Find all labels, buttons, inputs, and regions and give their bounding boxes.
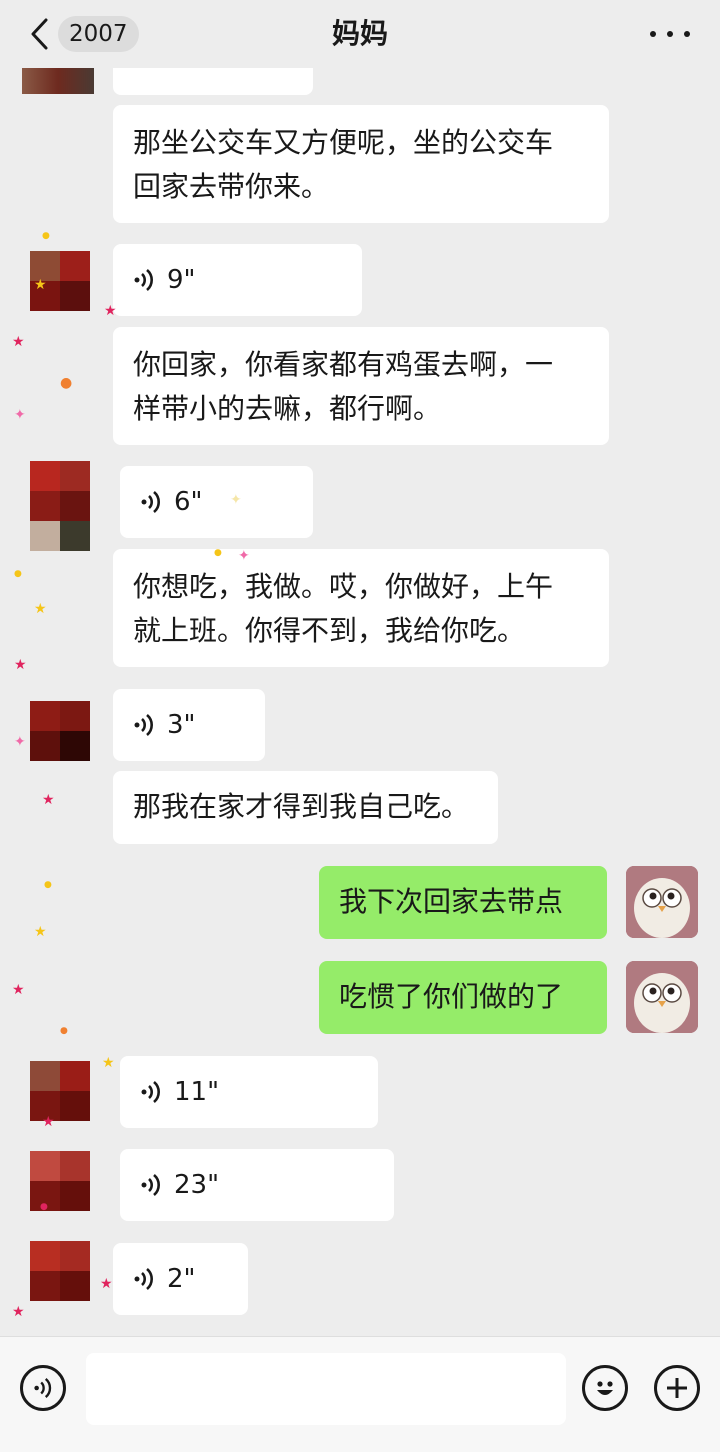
voice-message[interactable]: 2" — [113, 1243, 248, 1315]
contact-avatar[interactable] — [30, 1061, 90, 1121]
voice-duration: 11" — [174, 1077, 220, 1107]
decorative-star: ★ — [34, 601, 47, 617]
contact-avatar[interactable] — [30, 461, 90, 551]
decorative-star: ★ — [12, 334, 25, 350]
voice-duration: 23" — [174, 1170, 220, 1200]
voice-wave-icon — [141, 491, 160, 513]
outgoing-message-bubble[interactable]: 吃惯了你们做的了 — [319, 961, 607, 1034]
decorative-star: ● — [42, 231, 50, 241]
decorative-star: ★ — [42, 792, 55, 808]
chat-input-bar — [0, 1336, 720, 1452]
plus-icon — [667, 1378, 687, 1398]
decorative-star: ★ — [34, 924, 47, 940]
contact-avatar[interactable] — [22, 68, 94, 94]
voice-icon — [34, 1378, 52, 1398]
decorative-star: ★ — [102, 1055, 115, 1071]
contact-avatar[interactable] — [30, 1151, 90, 1211]
chevron-left-icon — [31, 18, 48, 50]
message-input[interactable] — [86, 1353, 566, 1425]
voice-duration: 2" — [167, 1264, 196, 1294]
decorative-star: ● — [214, 548, 222, 558]
decorative-star: ● — [14, 569, 22, 579]
more-options-button[interactable] — [650, 22, 690, 46]
message-bubble[interactable]: 那坐公交车又方便呢，坐的公交车 回家去带你来。 — [113, 105, 609, 223]
message-bubble[interactable]: 你回家，你看家都有鸡蛋去啊，一 样带小的去嘛，都行啊。 — [113, 327, 609, 445]
unread-count-badge[interactable]: 2007 — [58, 16, 139, 52]
back-button[interactable] — [22, 14, 58, 54]
decorative-star: ● — [60, 1026, 68, 1036]
bird-avatar-image — [626, 961, 698, 1033]
my-avatar[interactable] — [626, 866, 698, 938]
more-dots-icon — [650, 31, 656, 37]
voice-wave-icon — [134, 269, 153, 291]
voice-message[interactable]: 23" — [120, 1149, 394, 1221]
decorative-star: ● — [60, 375, 73, 391]
my-avatar[interactable] — [626, 961, 698, 1033]
decorative-star: ★ — [42, 1114, 55, 1130]
voice-message[interactable]: 11" — [120, 1056, 378, 1128]
voice-wave-icon — [134, 714, 153, 736]
message-bubble[interactable]: 你想吃，我做。哎，你做好，上午 就上班。你得不到，我给你吃。 — [113, 549, 609, 667]
contact-avatar[interactable] — [30, 701, 90, 761]
voice-duration: 3" — [167, 710, 196, 740]
voice-wave-icon — [141, 1081, 160, 1103]
voice-message[interactable]: 6" — [120, 466, 313, 538]
contact-avatar[interactable] — [30, 1241, 90, 1301]
voice-wave-icon — [141, 1174, 160, 1196]
decorative-star: ★ — [104, 303, 117, 319]
outgoing-message-bubble[interactable]: 我下次回家去带点 — [319, 866, 607, 939]
emoji-icon — [597, 1381, 613, 1395]
partial-message-bubble — [113, 68, 313, 95]
decorative-star: ★ — [12, 1304, 25, 1320]
decorative-star: ● — [44, 880, 52, 890]
decorative-star: ★ — [12, 982, 25, 998]
decorative-star: ★ — [14, 657, 27, 673]
decorative-star: ★ — [100, 1276, 113, 1292]
emoji-button[interactable] — [582, 1365, 628, 1411]
voice-input-button[interactable] — [20, 1365, 66, 1411]
voice-wave-icon — [134, 1268, 153, 1290]
decorative-star: ● — [40, 1202, 48, 1212]
decorative-star: ✦ — [14, 734, 26, 750]
chat-header: 2007 妈妈 — [0, 0, 720, 68]
voice-duration: 6" — [174, 487, 203, 517]
voice-message[interactable]: 3" — [113, 689, 265, 761]
decorative-star: ★ — [34, 277, 47, 293]
voice-duration: 9" — [167, 265, 196, 295]
add-button[interactable] — [654, 1365, 700, 1411]
decorative-star: ✦ — [230, 492, 242, 508]
voice-message[interactable]: 9" — [113, 244, 362, 316]
message-bubble[interactable]: 那我在家才得到我自己吃。 — [113, 771, 498, 844]
bird-avatar-image — [626, 866, 698, 938]
decorative-star: ✦ — [238, 548, 250, 564]
decorative-star: ✦ — [14, 407, 26, 423]
